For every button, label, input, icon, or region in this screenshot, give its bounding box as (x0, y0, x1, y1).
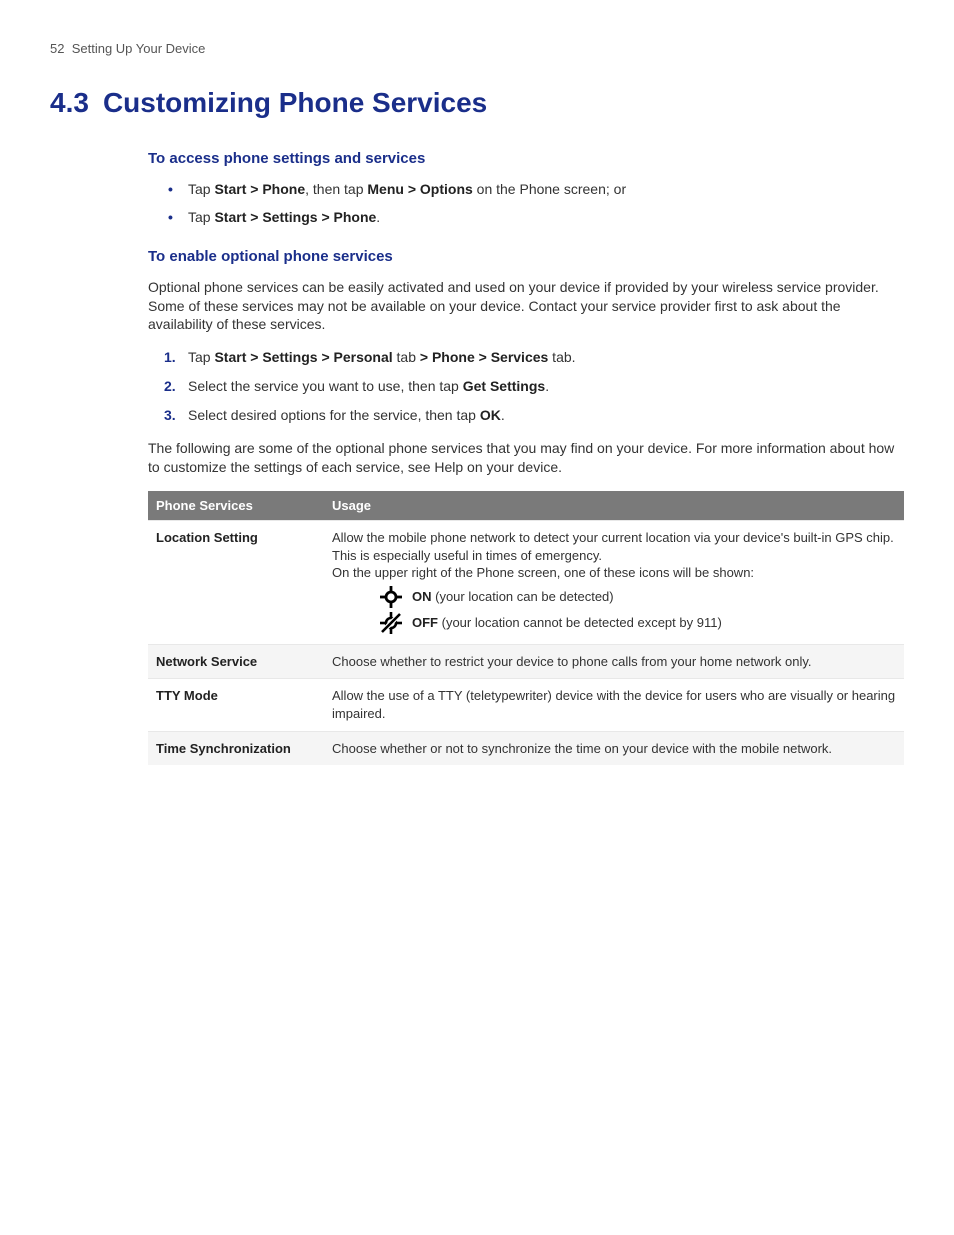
section-title: 4.3 Customizing Phone Services (50, 84, 904, 122)
cell-label: TTY Mode (148, 679, 324, 731)
list-item: Tap Start > Phone, then tap Menu > Optio… (148, 180, 904, 199)
cell-usage: Choose whether or not to synchronize the… (324, 731, 904, 765)
location-on-row: ON (your location can be detected) (380, 586, 896, 608)
list-item: Select desired options for the service, … (148, 406, 904, 425)
running-header: 52 Setting Up Your Device (50, 40, 904, 58)
location-off-row: OFF (your location cannot be detected ex… (380, 612, 896, 634)
intro-paragraph: Optional phone services can be easily ac… (148, 278, 904, 335)
location-desc-1: Allow the mobile phone network to detect… (332, 529, 896, 564)
cell-usage: Allow the use of a TTY (teletypewriter) … (324, 679, 904, 731)
cell-usage: Allow the mobile phone network to detect… (324, 521, 904, 645)
access-list: Tap Start > Phone, then tap Menu > Optio… (148, 180, 904, 228)
steps-list: Tap Start > Settings > Personal tab > Ph… (148, 348, 904, 425)
cell-label: Location Setting (148, 521, 324, 645)
section-number: 4.3 (50, 87, 89, 118)
list-item: Tap Start > Settings > Personal tab > Ph… (148, 348, 904, 367)
location-on-icon (380, 586, 402, 608)
table-row: TTY Mode Allow the use of a TTY (teletyp… (148, 679, 904, 731)
outro-paragraph: The following are some of the optional p… (148, 439, 904, 477)
content-block: To access phone settings and services Ta… (148, 149, 904, 765)
cell-usage: Choose whether to restrict your device t… (324, 644, 904, 679)
table-header-row: Phone Services Usage (148, 491, 904, 521)
table-row: Time Synchronization Choose whether or n… (148, 731, 904, 765)
list-item: Select the service you want to use, then… (148, 377, 904, 396)
list-item: Tap Start > Settings > Phone. (148, 208, 904, 227)
subhead-access: To access phone settings and services (148, 149, 904, 169)
services-table: Phone Services Usage Location Setting Al… (148, 491, 904, 765)
col-header-service: Phone Services (148, 491, 324, 521)
location-off-icon (380, 612, 402, 634)
location-desc-2: On the upper right of the Phone screen, … (332, 564, 896, 582)
page-number: 52 (50, 41, 64, 56)
section-title-text: Customizing Phone Services (103, 87, 487, 118)
subhead-enable: To enable optional phone services (148, 247, 904, 267)
table-row: Network Service Choose whether to restri… (148, 644, 904, 679)
cell-label: Network Service (148, 644, 324, 679)
running-title: Setting Up Your Device (72, 41, 206, 56)
cell-label: Time Synchronization (148, 731, 324, 765)
table-row: Location Setting Allow the mobile phone … (148, 521, 904, 645)
col-header-usage: Usage (324, 491, 904, 521)
